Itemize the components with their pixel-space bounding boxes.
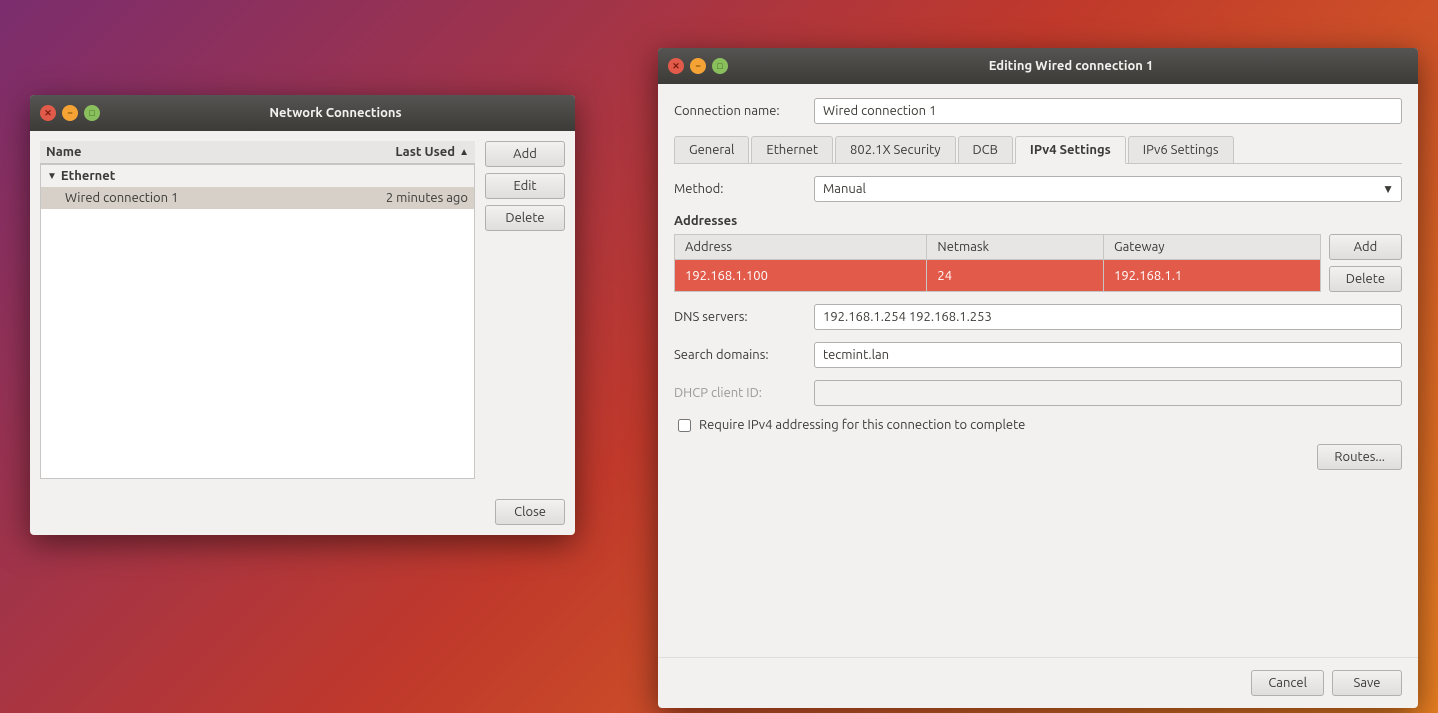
netmask-col-header: Netmask [927,235,1104,260]
cancel-button[interactable]: Cancel [1251,670,1324,696]
dhcp-id-label: DHCP client ID: [674,386,804,400]
nc-lastused-col: Last Used ▲ [395,145,469,159]
tab-ipv6[interactable]: IPv6 Settings [1128,136,1234,163]
ethernet-group-header: ▼ Ethernet [41,165,474,187]
network-connections-window: ✕ − □ Network Connections Name Last Used… [30,95,575,535]
method-select-wrapper: Automatic (DHCP) Manual Link-Local Only … [814,176,1402,202]
routes-row: Routes... [674,444,1402,470]
edit-maximize-button[interactable]: □ [712,58,728,74]
nc-list-area: Name Last Used ▲ ▼ Ethernet Wired connec… [40,141,475,479]
nc-maximize-button[interactable]: □ [84,105,100,121]
search-domains-input[interactable] [814,342,1402,368]
nc-name-col: Name [46,145,395,159]
nc-edit-button[interactable]: Edit [485,173,565,199]
require-ipv4-label[interactable]: Require IPv4 addressing for this connect… [699,418,1025,432]
address-row[interactable]: 192.168.1.100 24 192.168.1.1 [675,260,1321,292]
connection-name-label: Connection name: [674,104,804,118]
nc-title: Network Connections [106,106,565,120]
edit-content: Connection name: General Ethernet 802.1X… [658,84,1418,657]
edit-minimize-button[interactable]: − [690,58,706,74]
search-domains-row: Search domains: [674,342,1402,368]
gateway-col-header: Gateway [1103,235,1320,260]
ethernet-expand-icon: ▼ [47,170,57,182]
edit-close-button[interactable]: ✕ [668,58,684,74]
addresses-section: Addresses Address Netmask Gateway [674,214,1402,292]
addr-buttons: Add Delete [1329,234,1402,292]
dns-input[interactable] [814,304,1402,330]
nc-close-btn[interactable]: Close [495,499,565,525]
sort-arrow-icon: ▲ [459,146,469,158]
nc-minimize-button[interactable]: − [62,105,78,121]
dhcp-id-input[interactable] [814,380,1402,406]
address-col-header: Address [675,235,927,260]
save-button[interactable]: Save [1332,670,1402,696]
routes-button[interactable]: Routes... [1317,444,1402,470]
addr-delete-button[interactable]: Delete [1329,266,1402,292]
nc-buttons: Add Edit Delete [485,141,565,479]
tab-ipv4[interactable]: IPv4 Settings [1015,136,1126,164]
dhcp-id-row: DHCP client ID: [674,380,1402,406]
tabs-row: General Ethernet 802.1X Security DCB IPv… [674,136,1402,164]
addresses-table: Address Netmask Gateway 192.168.1.100 24… [674,234,1321,292]
method-select[interactable]: Automatic (DHCP) Manual Link-Local Only … [814,176,1402,202]
edit-title: Editing Wired connection 1 [734,59,1408,73]
method-row: Method: Automatic (DHCP) Manual Link-Loc… [674,176,1402,202]
addresses-title: Addresses [674,214,1402,228]
nc-list-body: ▼ Ethernet Wired connection 1 2 minutes … [40,164,475,479]
network-connections-titlebar: ✕ − □ Network Connections [30,95,575,131]
dns-label: DNS servers: [674,310,804,324]
connection-name-input[interactable] [814,98,1402,124]
tab-general[interactable]: General [674,136,749,163]
tab-ethernet[interactable]: Ethernet [751,136,833,163]
connection-name: Wired connection 1 [65,191,386,205]
editing-window: ✕ − □ Editing Wired connection 1 Connect… [658,48,1418,708]
edit-titlebar: ✕ − □ Editing Wired connection 1 [658,48,1418,84]
tab-security[interactable]: 802.1X Security [835,136,955,163]
dns-row: DNS servers: [674,304,1402,330]
connection-last-used: 2 minutes ago [386,191,468,205]
ipv4-tab-content: Method: Automatic (DHCP) Manual Link-Loc… [674,176,1402,643]
method-label: Method: [674,182,804,196]
nc-bottom: Close [30,489,575,535]
connection-row[interactable]: Wired connection 1 2 minutes ago [41,187,474,209]
search-domains-label: Search domains: [674,348,804,362]
addr-add-button[interactable]: Add [1329,234,1402,260]
require-ipv4-row: Require IPv4 addressing for this connect… [674,418,1402,432]
address-cell: 192.168.1.100 [675,260,927,292]
addresses-header-row: Address Netmask Gateway [675,235,1321,260]
gateway-cell: 192.168.1.1 [1103,260,1320,292]
nc-content: Name Last Used ▲ ▼ Ethernet Wired connec… [30,131,575,489]
netmask-cell: 24 [927,260,1104,292]
nc-close-button[interactable]: ✕ [40,105,56,121]
nc-delete-button[interactable]: Delete [485,205,565,231]
nc-list-header: Name Last Used ▲ [40,141,475,164]
nc-add-button[interactable]: Add [485,141,565,167]
ethernet-group-label: Ethernet [61,169,115,183]
tab-dcb[interactable]: DCB [958,136,1013,163]
connection-name-row: Connection name: [674,98,1402,124]
require-ipv4-checkbox[interactable] [678,419,691,432]
addresses-table-wrapper: Address Netmask Gateway 192.168.1.100 24… [674,234,1402,292]
edit-window-bottom: Cancel Save [658,657,1418,708]
